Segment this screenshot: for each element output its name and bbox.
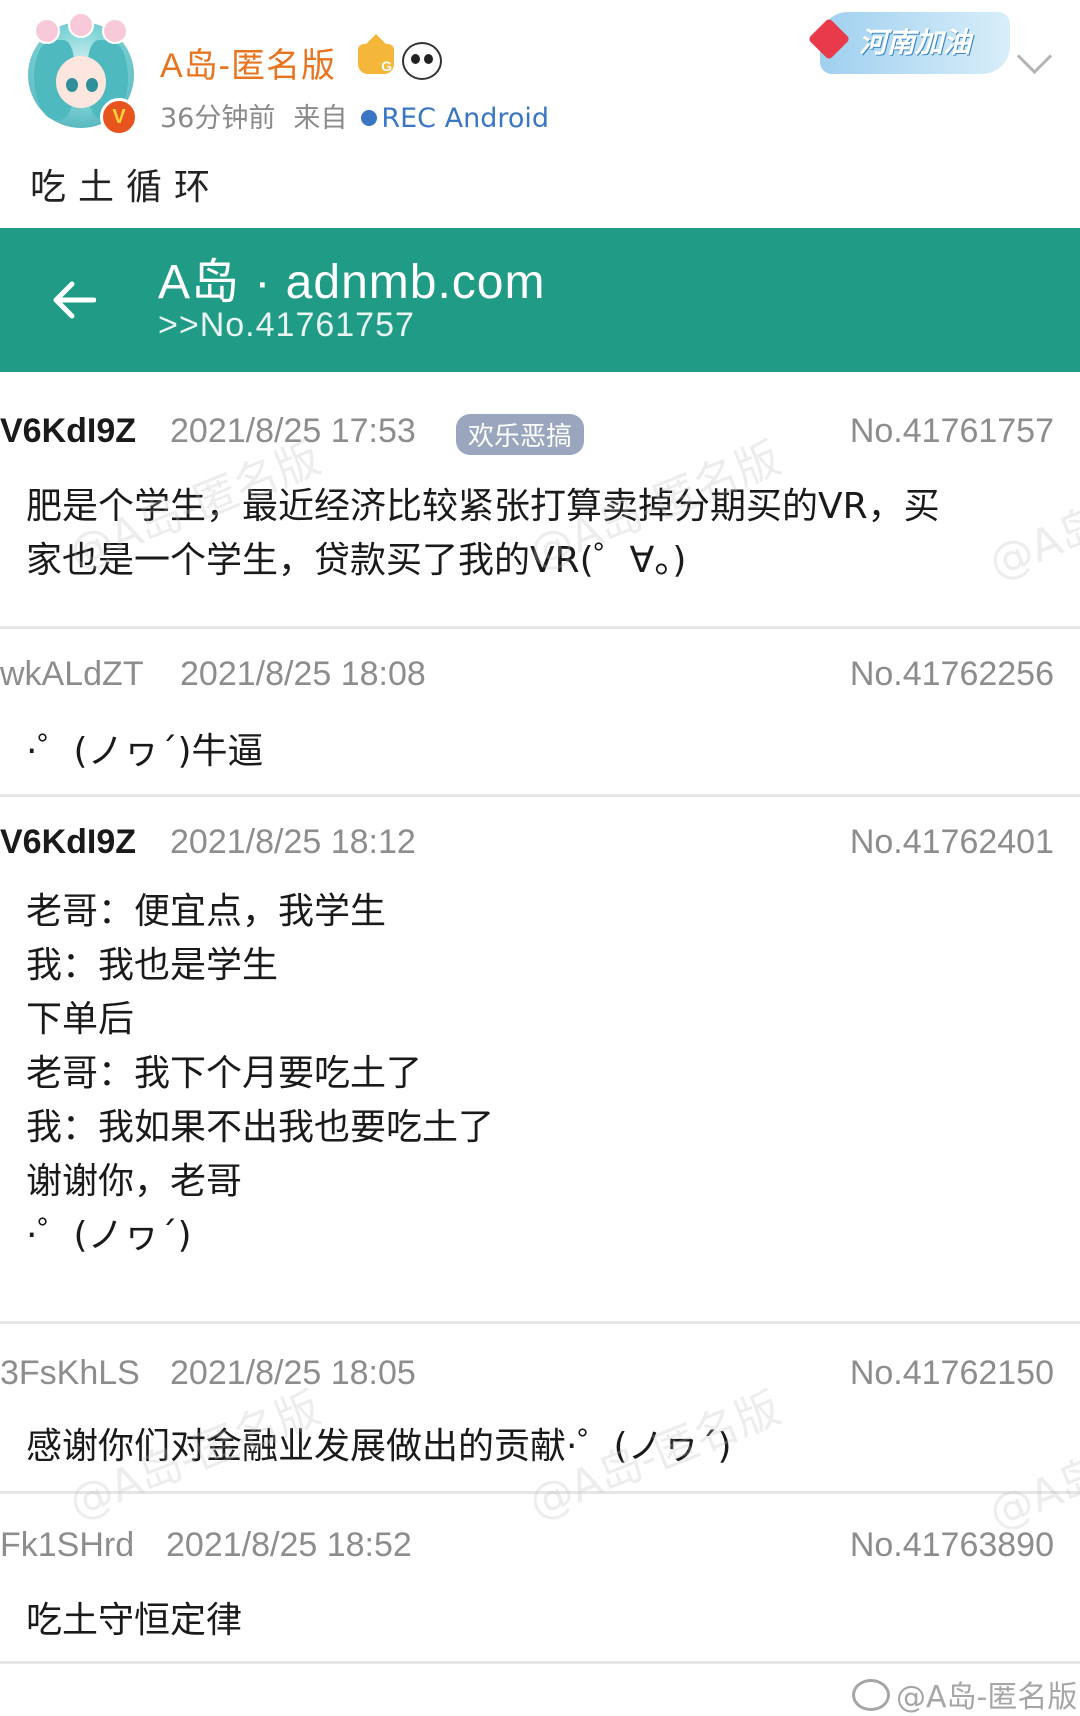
reply-content: 老哥：便宜点，我学生 我：我也是学生 下单后 老哥：我下个月要吃土了 我：我如果…: [26, 891, 495, 1256]
reply-time: 2021/8/25 18:52: [166, 1526, 412, 1564]
reply-uid[interactable]: V6KdI9Z: [0, 823, 136, 862]
campaign-badge[interactable]: 河南加油: [807, 12, 1010, 74]
crown-icon[interactable]: G: [358, 34, 394, 74]
reply-content: 肥是个学生，最近经济比较紧张打算卖掉分期买的VR，买 家也是一个学生，贷款买了我…: [26, 486, 940, 581]
list-item[interactable]: wkALdZT 2021/8/25 18:08 No.41762256 ·゜(ノ…: [0, 629, 1080, 797]
post-time: 36分钟前: [160, 103, 276, 134]
reply-number[interactable]: No.41762150: [850, 1354, 1054, 1393]
reply-number[interactable]: No.41761757: [850, 412, 1054, 451]
category-tag[interactable]: 欢乐恶搞: [456, 414, 585, 455]
weibo-watermark: @A岛-匿名版: [852, 1672, 1077, 1716]
post-meta: 36分钟前 来自 REC Android: [160, 96, 549, 135]
list-item[interactable]: V6KdI9Z 2021/8/25 17:53 欢乐恶搞 No.41761757…: [0, 372, 1080, 629]
thread-list: V6KdI9Z 2021/8/25 17:53 欢乐恶搞 No.41761757…: [0, 372, 1080, 1664]
post-text: 吃土循环: [30, 167, 223, 208]
heart-icon: [807, 17, 851, 61]
source-link[interactable]: REC Android: [361, 103, 549, 134]
app-bar: A岛 · adnmb.com >>No.41761757: [0, 228, 1080, 372]
reply-content: 吃土守恒定律: [26, 1600, 243, 1641]
reply-number[interactable]: No.41762256: [850, 655, 1054, 694]
reply-time: 2021/8/25 18:12: [170, 823, 416, 861]
reply-uid[interactable]: wkALdZT: [0, 655, 144, 694]
verified-badge-icon: V: [100, 98, 138, 136]
reply-number[interactable]: No.41762401: [850, 823, 1054, 862]
reply-time: 2021/8/25 17:53: [170, 412, 416, 450]
reply-uid[interactable]: 3FsKhLS: [0, 1354, 140, 1393]
reply-time: 2021/8/25 18:05: [170, 1354, 416, 1392]
weibo-logo-icon: [852, 1679, 890, 1711]
from-label: 来自: [293, 103, 348, 134]
user-name[interactable]: A岛-匿名版: [160, 38, 336, 87]
reply-content: ·゜(ノヮ´)牛逼: [26, 731, 264, 772]
reply-time: 2021/8/25 18:08: [180, 655, 426, 693]
list-item[interactable]: 3FsKhLS 2021/8/25 18:05 No.41762150 感谢你们…: [0, 1324, 1080, 1494]
back-arrow-icon[interactable]: [52, 280, 96, 320]
app-title: A岛 · adnmb.com: [158, 256, 546, 309]
post-header: V A岛-匿名版 G 36分钟前 来自 REC Android 河南加油 吃土循环: [0, 0, 1080, 228]
reply-uid[interactable]: V6KdI9Z: [0, 412, 136, 451]
panda-icon[interactable]: [402, 42, 442, 80]
chevron-down-icon[interactable]: [1016, 38, 1053, 75]
list-item[interactable]: V6KdI9Z 2021/8/25 18:12 No.41762401 老哥：便…: [0, 797, 1080, 1324]
reply-number[interactable]: No.41763890: [850, 1526, 1054, 1565]
reply-uid[interactable]: Fk1SHrd: [0, 1526, 134, 1565]
list-item[interactable]: Fk1SHrd 2021/8/25 18:52 No.41763890 吃土守恒…: [0, 1494, 1080, 1664]
reply-content: 感谢你们对金融业发展做出的贡献·゜(ノヮ´): [26, 1426, 732, 1467]
thread-number: >>No.41761757: [158, 306, 415, 344]
